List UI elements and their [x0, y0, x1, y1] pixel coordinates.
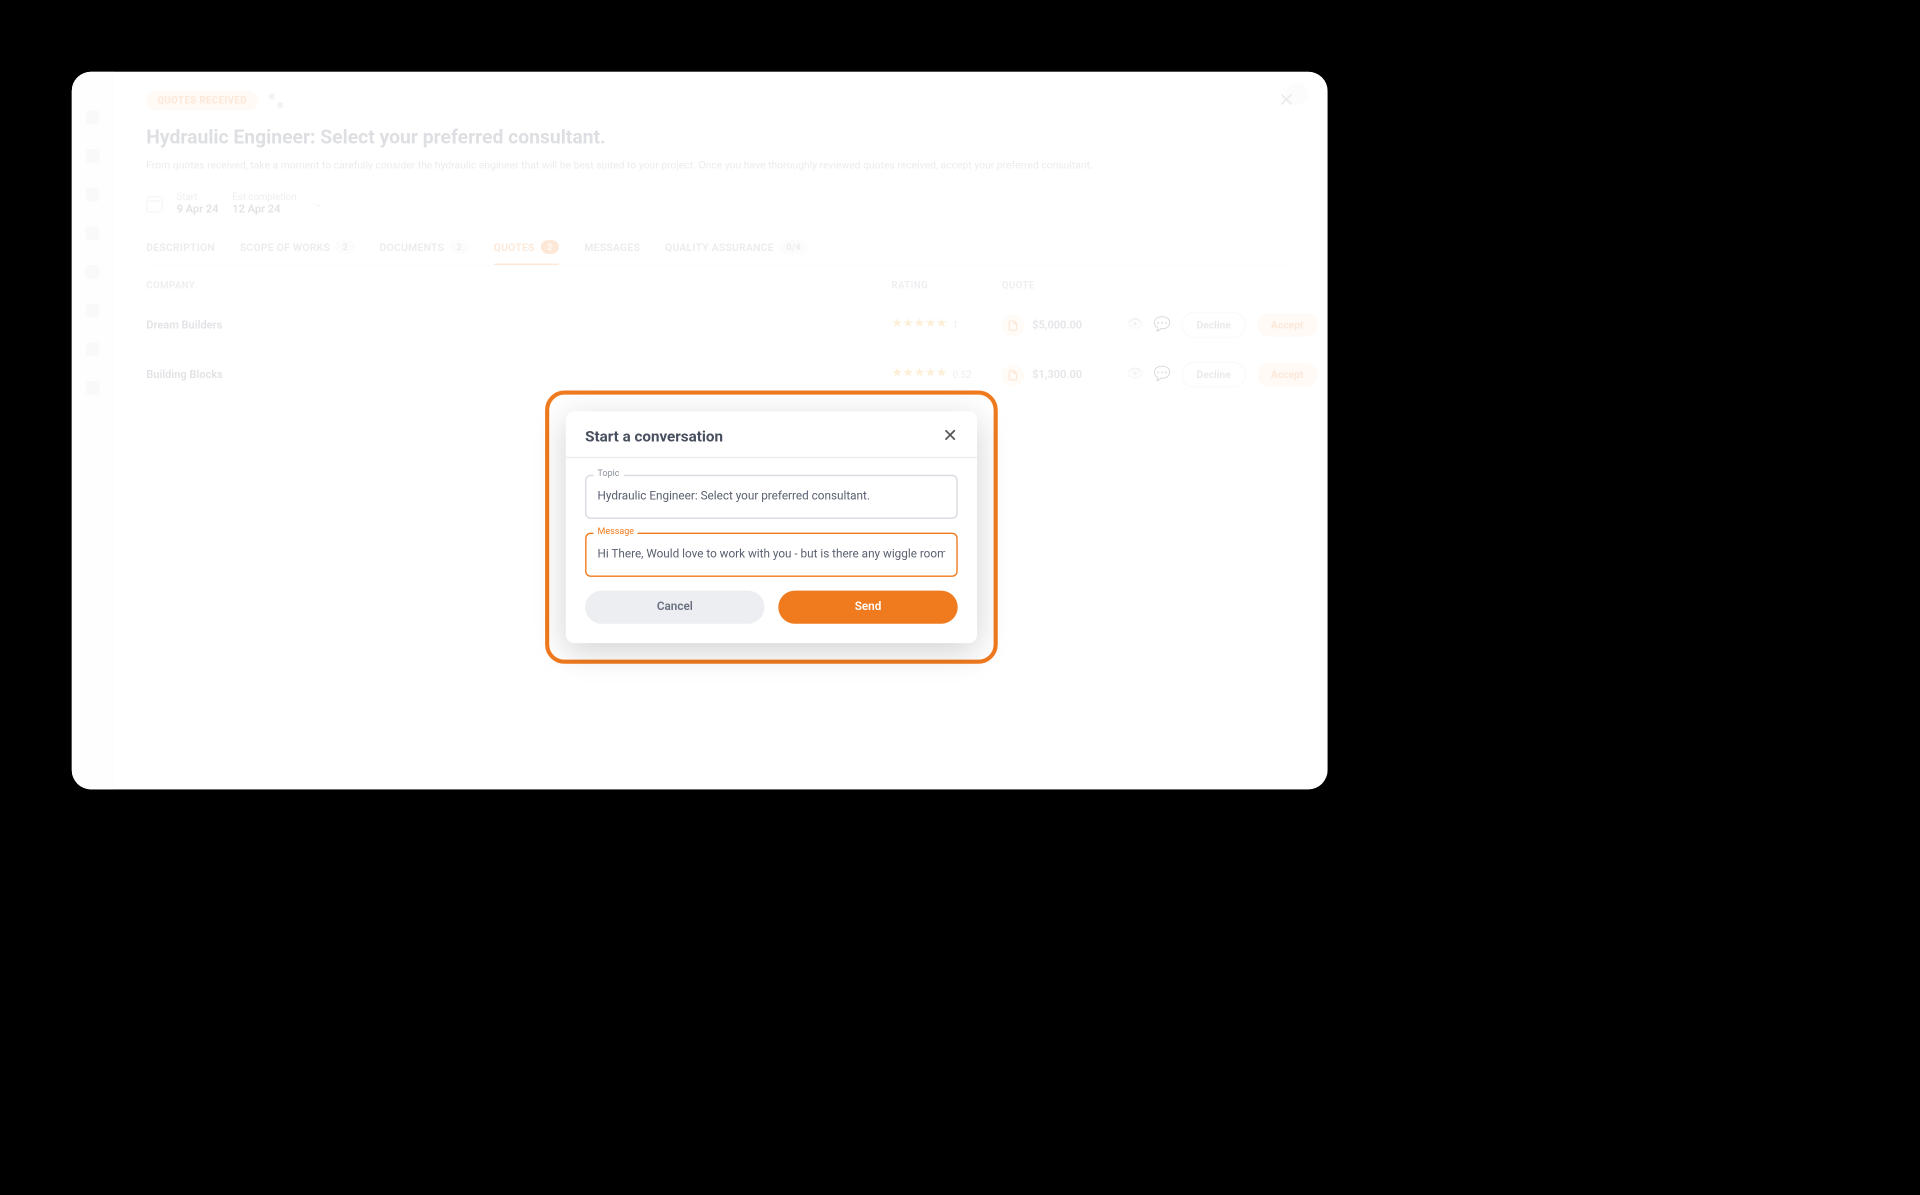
tab-label: QUALITY ASSURANCE [665, 241, 774, 253]
tab-label: MESSAGES [584, 241, 640, 253]
tab-label: SCOPE OF WORKS [240, 241, 330, 253]
view-icon[interactable]: 👁 [1126, 318, 1143, 333]
sidebar-icon[interactable] [85, 188, 99, 202]
topic-field-wrapper: Topic [585, 475, 958, 519]
price: $1,300.00 [1032, 369, 1082, 381]
conversation-modal: Start a conversation ✕ Topic Message Can… [545, 391, 998, 664]
tab-badge: 2 [540, 240, 559, 254]
company-name: Dream Builders [146, 319, 891, 331]
rating-cell: ★★★★★ 0.52 [891, 369, 1001, 381]
topic-label: Topic [593, 468, 623, 479]
flow-icon[interactable] [269, 94, 283, 108]
sidebar-icon[interactable] [85, 381, 99, 395]
decline-button[interactable]: Decline [1181, 312, 1246, 338]
tab-label: DOCUMENTS [380, 241, 445, 253]
message-label: Message [593, 526, 638, 537]
quote-cell: $1,300.00 [1002, 364, 1126, 386]
modal-title: Start a conversation [585, 428, 723, 446]
tab-badge: 0/4 [779, 240, 807, 254]
date-range[interactable]: Start 9 Apr 24 Est completion 12 Apr 24 … [146, 192, 1294, 215]
th-company: COMPANY [146, 280, 891, 291]
close-icon[interactable]: ✕ [943, 428, 958, 446]
topic-input[interactable] [585, 475, 958, 519]
sidebar-icon[interactable] [85, 110, 99, 124]
sidebar-icon[interactable] [85, 265, 99, 279]
star-icon: ★★★★★ [891, 319, 947, 331]
message-input[interactable] [585, 533, 958, 577]
tab-label: DESCRIPTION [146, 241, 215, 253]
calendar-icon [146, 196, 163, 213]
table-header: COMPANY RATING QUOTE [146, 267, 1294, 300]
accept-button[interactable]: Accept [1257, 363, 1317, 386]
sidebar-icon[interactable] [85, 304, 99, 318]
end-value: 12 Apr 24 [232, 203, 296, 215]
page-title: Hydraulic Engineer: Select your preferre… [146, 127, 1294, 149]
tab-quotes[interactable]: QUOTES 2 [494, 240, 560, 262]
cancel-button[interactable]: Cancel [585, 591, 764, 624]
end-label: Est completion [232, 192, 296, 203]
th-rating: RATING [891, 280, 1001, 291]
tab-label: QUOTES [494, 241, 535, 253]
sidebar-icon[interactable] [85, 226, 99, 240]
tabs: DESCRIPTION SCOPE OF WORKS 2 DOCUMENTS 2 Q… [146, 240, 1294, 266]
star-icon: ★★★★★ [891, 369, 947, 381]
th-quote: QUOTE [1002, 280, 1057, 291]
tab-badge: 2 [336, 240, 355, 254]
sidebar-icon[interactable] [85, 342, 99, 356]
quote-cell: $5,000.00 [1002, 314, 1126, 336]
tab-scope[interactable]: SCOPE OF WORKS 2 [240, 240, 355, 262]
status-badge: QUOTES RECEIVED [146, 91, 258, 110]
document-icon[interactable] [1002, 314, 1024, 336]
divider [566, 457, 977, 458]
message-icon[interactable]: 💬 [1154, 318, 1171, 333]
message-field-wrapper: Message [585, 533, 958, 577]
page-subtitle: From quotes received, take a moment to c… [146, 157, 1140, 173]
start-value: 9 Apr 24 [177, 203, 219, 215]
price: $5,000.00 [1032, 319, 1082, 331]
app-window: QUOTES RECEIVED ✕ Hydraulic Engineer: Se… [72, 72, 1328, 790]
panel-close-icon[interactable]: ✕ [1278, 91, 1294, 110]
company-name: Building Blocks [146, 369, 891, 381]
view-icon[interactable]: 👁 [1126, 367, 1143, 382]
message-icon[interactable]: 💬 [1154, 367, 1171, 382]
accept-button[interactable]: Accept [1257, 314, 1317, 337]
send-button[interactable]: Send [778, 591, 957, 624]
tab-documents[interactable]: DOCUMENTS 2 [380, 240, 469, 262]
tab-badge: 2 [450, 240, 469, 254]
sidebar-icon[interactable] [85, 149, 99, 163]
decline-button[interactable]: Decline [1181, 362, 1246, 388]
chevron-down-icon[interactable]: ⌄ [313, 197, 323, 211]
tab-quality-assurance[interactable]: QUALITY ASSURANCE 0/4 [665, 240, 808, 262]
tab-messages[interactable]: MESSAGES [584, 240, 640, 262]
rating-count: 1 [953, 320, 958, 331]
sidebar [72, 72, 113, 790]
rating-count: 0.52 [953, 369, 972, 380]
table-row: Dream Builders ★★★★★ 1 $5,000.00 👁 💬 Dec… [146, 300, 1294, 350]
document-icon[interactable] [1002, 364, 1024, 386]
tab-description[interactable]: DESCRIPTION [146, 240, 215, 262]
rating-cell: ★★★★★ 1 [891, 319, 1001, 331]
start-label: Start [177, 192, 219, 203]
